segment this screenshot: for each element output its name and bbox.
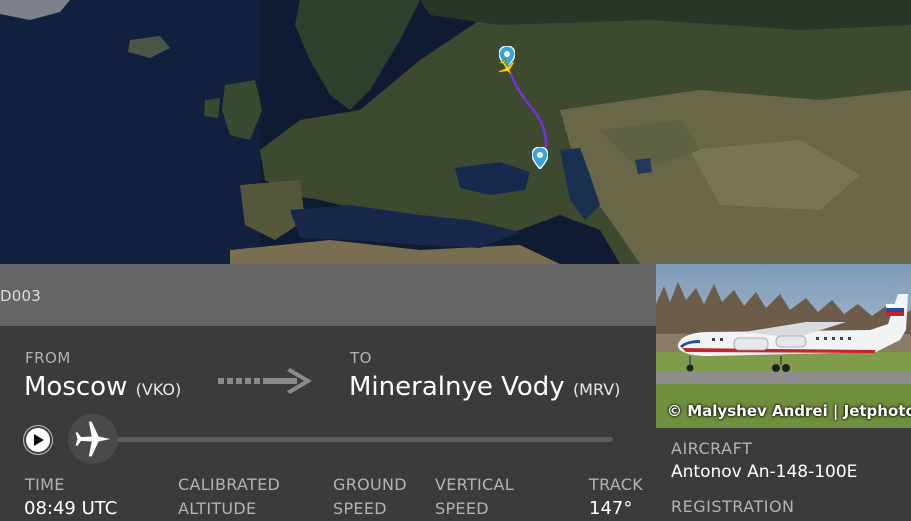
- flight-map[interactable]: [0, 0, 911, 264]
- to-label: TO: [350, 349, 372, 367]
- photo-credit[interactable]: © Malyshev Andrei | Jetphotos: [667, 402, 911, 420]
- flight-callsign: D003: [0, 287, 41, 305]
- registration-label: REGISTRATION: [671, 497, 795, 516]
- aircraft-label: AIRCRAFT: [671, 439, 753, 458]
- callsign-bar: D003: [0, 264, 656, 326]
- calibrated-altitude-label: CALIBRATED ALTITUDE: [178, 475, 281, 518]
- aircraft-info-panel: AIRCRAFT Antonov An-148-100E REGISTRATIO…: [656, 428, 911, 517]
- aircraft-marker-icon[interactable]: [497, 58, 517, 78]
- time-value: 08:49 UTC: [24, 498, 118, 519]
- track-value: 147°: [589, 498, 633, 519]
- vertical-speed-label: VERTICAL SPEED: [435, 475, 514, 518]
- plane-icon: [75, 421, 111, 457]
- aircraft-type: Antonov An-148-100E: [671, 462, 858, 482]
- from-label: FROM: [25, 349, 71, 367]
- arrow-right-icon: [218, 368, 312, 394]
- flight-progress-track[interactable]: [93, 437, 613, 442]
- destination-city: Mineralnye Vody: [349, 372, 565, 402]
- aircraft-photo[interactable]: © Malyshev Andrei | Jetphotos: [656, 264, 911, 428]
- origin-code: (VKO): [135, 380, 182, 399]
- origin-airport[interactable]: Moscow (VKO): [24, 372, 181, 402]
- ground-speed-label: GROUND SPEED: [333, 475, 407, 518]
- destination-airport[interactable]: Mineralnye Vody (MRV): [349, 372, 620, 402]
- track-label: TRACK: [589, 475, 644, 494]
- flight-info-panel: FROM Moscow (VKO) TO Mineralnye Vody (MR…: [0, 326, 656, 519]
- destination-code: (MRV): [572, 380, 621, 399]
- progress-plane-handle[interactable]: [68, 414, 118, 464]
- time-label: TIME: [25, 475, 65, 494]
- play-button[interactable]: [24, 426, 52, 454]
- play-icon: [34, 434, 44, 446]
- destination-pin-icon[interactable]: [532, 147, 548, 169]
- origin-city: Moscow: [24, 372, 128, 402]
